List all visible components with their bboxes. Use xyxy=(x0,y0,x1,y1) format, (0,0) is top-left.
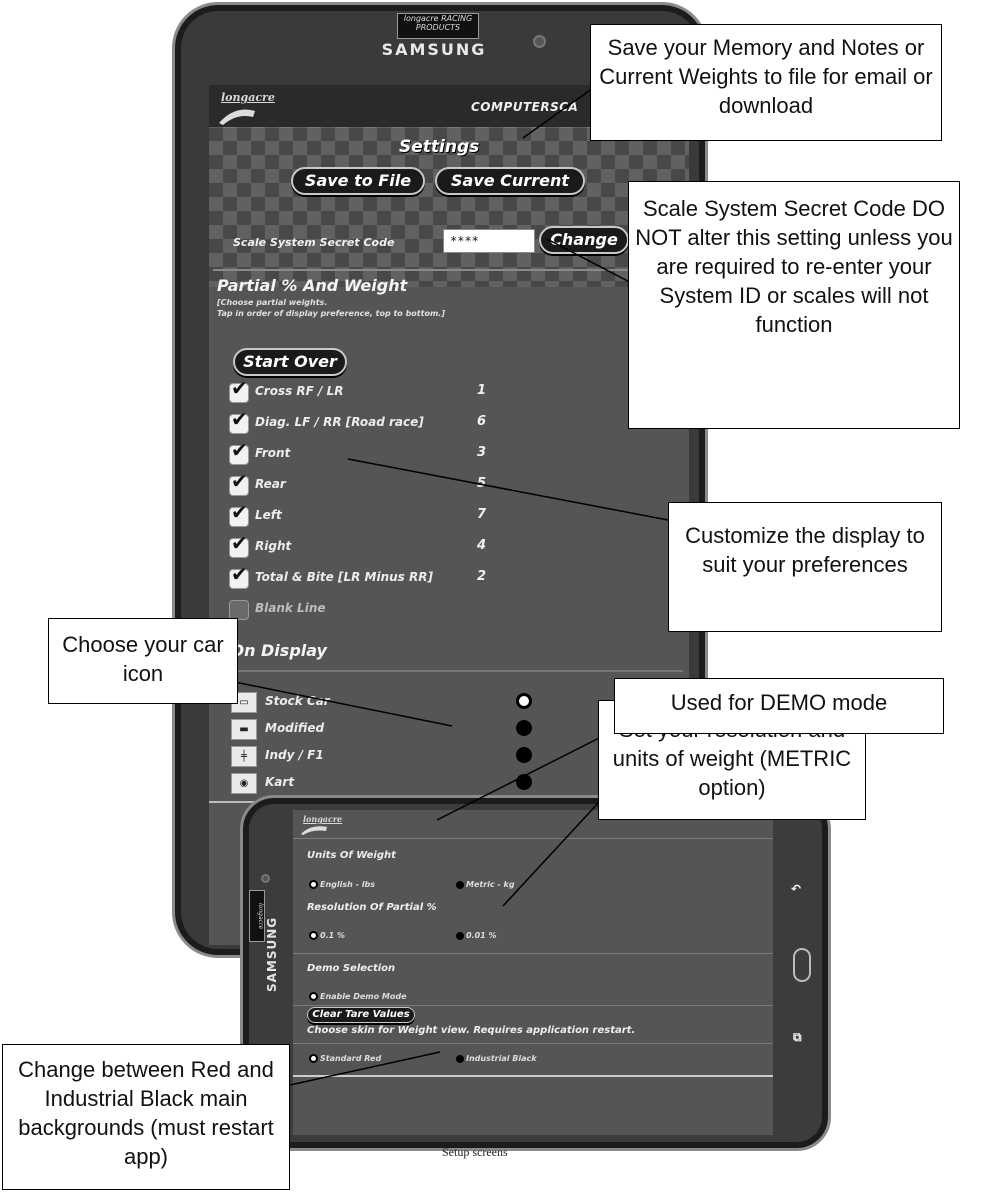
callout-secret-code: Scale System Secret Code DO NOT alter th… xyxy=(628,181,960,429)
callout-demo: Used for DEMO mode xyxy=(614,678,944,734)
callout-customize: Customize the display to suit your prefe… xyxy=(668,502,942,632)
callout-car-icon: Choose your car icon xyxy=(48,618,238,704)
callout-save: Save your Memory and Notes or Current We… xyxy=(590,24,942,141)
callout-background: Change between Red and Industrial Black … xyxy=(2,1044,290,1190)
figure-caption: Setup screens xyxy=(442,1145,508,1159)
